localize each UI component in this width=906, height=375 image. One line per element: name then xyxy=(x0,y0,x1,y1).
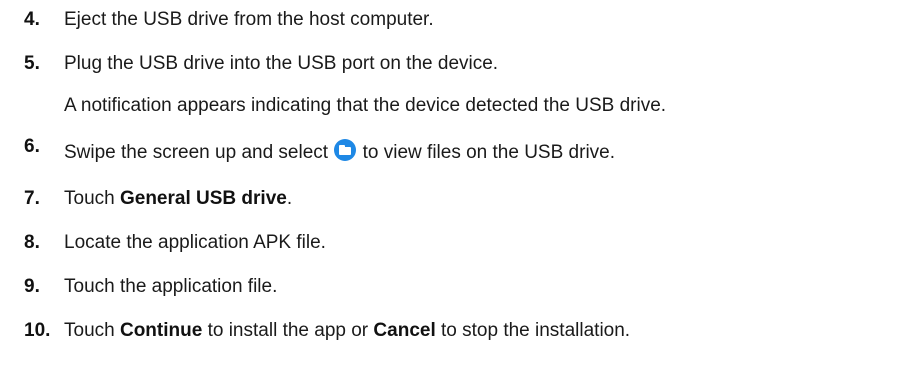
step-text: Touch Continue to install the app or Can… xyxy=(64,316,630,346)
step-text: Swipe the screen up and select to view f… xyxy=(64,138,615,168)
step-text: Eject the USB drive from the host comput… xyxy=(64,9,434,30)
folder-app-icon xyxy=(334,139,357,161)
step-5-note: A notification appears indicating that t… xyxy=(0,91,906,121)
step-text-after: . xyxy=(286,188,293,209)
step-text-before: Touch xyxy=(64,188,120,209)
step-5: 5. Plug the USB drive into the USB port … xyxy=(0,49,906,79)
step-text-after: to view files on the USB drive. xyxy=(357,142,616,163)
step-text-middle: to install the app or xyxy=(202,320,374,341)
step-text: Touch General USB drive. xyxy=(64,184,292,214)
step-number: 10. xyxy=(24,320,51,341)
step-text-before: Swipe the screen up and select xyxy=(64,142,334,163)
step-number: 9. xyxy=(24,276,40,297)
continue-term: Continue xyxy=(119,320,203,341)
step-number: 6. xyxy=(24,136,40,157)
step-number: 4. xyxy=(24,9,40,30)
step-9: 9. Touch the application file. xyxy=(0,272,906,302)
step-10: 10. Touch Continue to install the app or… xyxy=(0,316,906,346)
cancel-term: Cancel xyxy=(373,320,436,341)
step-7: 7. Touch General USB drive. xyxy=(0,184,906,214)
step-text: Touch the application file. xyxy=(64,276,278,297)
step-number: 7. xyxy=(24,188,40,209)
step-text-before: Touch xyxy=(64,320,120,341)
step-6: 6. Swipe the screen up and select to vie… xyxy=(0,135,906,165)
step-text-after: to stop the installation. xyxy=(435,320,631,341)
step-number: 5. xyxy=(24,53,40,74)
step-text: Plug the USB drive into the USB port on … xyxy=(64,53,499,74)
step-text: Locate the application APK file. xyxy=(64,232,326,253)
step-note: A notification appears indicating that t… xyxy=(64,95,667,116)
step-8: 8. Locate the application APK file. xyxy=(0,228,906,258)
step-number: 8. xyxy=(24,232,40,253)
step-bold-term: General USB drive xyxy=(119,188,287,209)
step-4: 4. Eject the USB drive from the host com… xyxy=(0,5,906,35)
